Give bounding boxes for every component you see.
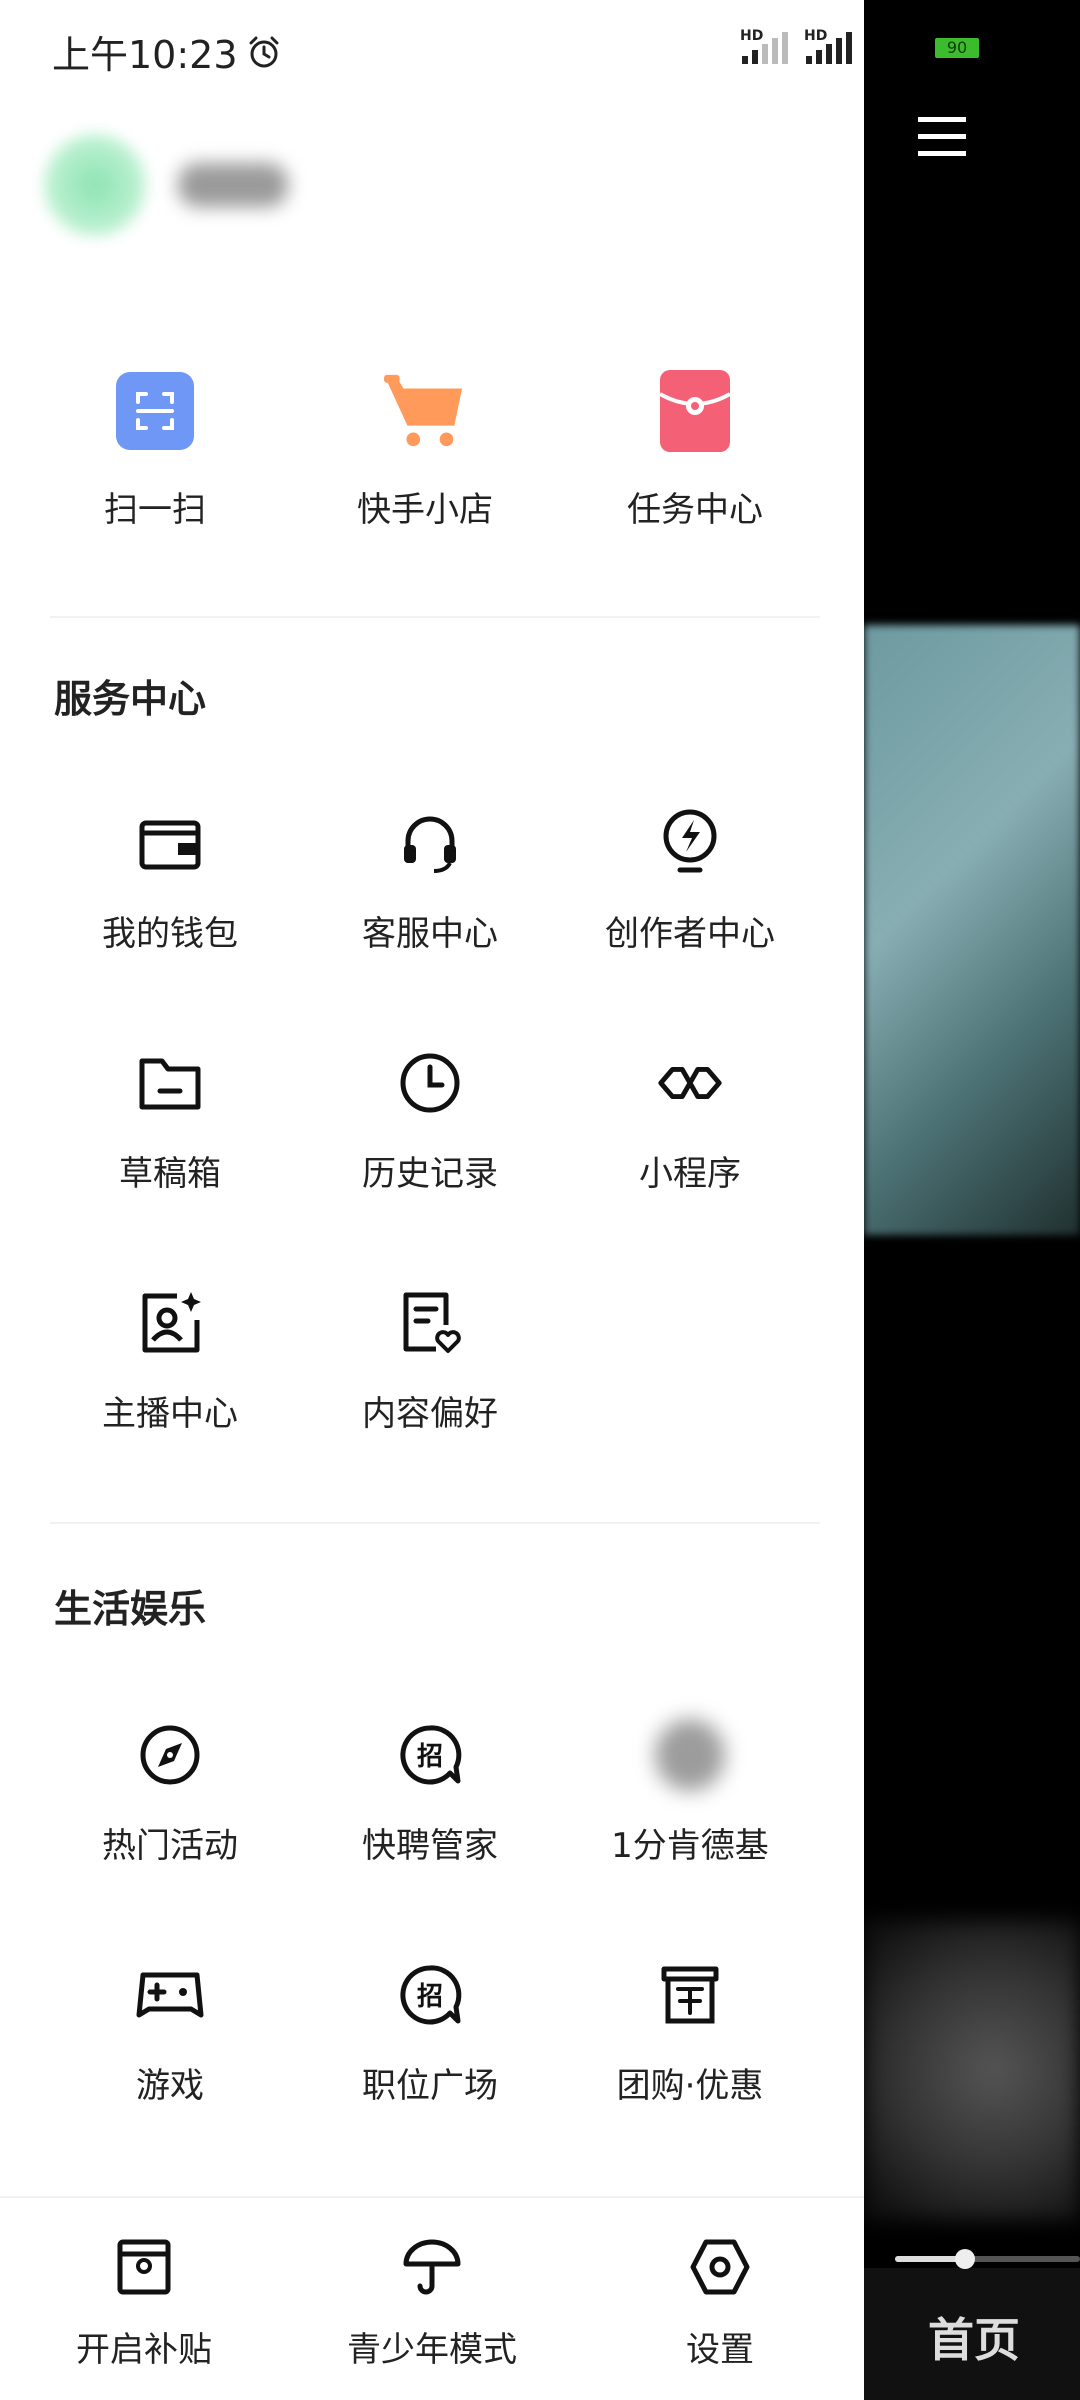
history-button[interactable]: 历史记录 <box>300 1048 560 1288</box>
store-icon <box>661 1966 719 2024</box>
group-buy-label: 团购·优惠 <box>616 2066 764 2106</box>
video-thumbnail[interactable] <box>864 625 1080 1235</box>
bottom-bar: 开启补贴 青少年模式 设置 <box>0 2196 864 2400</box>
service-grid: 我的钱包 客服中心 创作者中心 草稿箱 历史记录 小程序 主播中心 内容偏好 <box>40 808 820 1528</box>
settings-hexagon-icon <box>690 2239 750 2295</box>
avatar[interactable] <box>40 130 150 240</box>
video-progress-bar[interactable] <box>895 2249 1080 2269</box>
recruit-manager-label: 快聘管家 <box>362 1826 498 1866</box>
divider <box>50 1522 820 1524</box>
red-envelope-icon <box>660 370 730 452</box>
subsidy-button[interactable]: 开启补贴 <box>24 2238 264 2400</box>
games-label: 游戏 <box>136 2066 204 2106</box>
divider <box>50 616 820 618</box>
signal-group: HD HD <box>740 28 856 66</box>
kfc-label: 1分肯德基 <box>611 1826 769 1866</box>
wallet-label: 我的钱包 <box>102 914 238 954</box>
alarm-icon <box>249 36 279 67</box>
content-preference-label: 内容偏好 <box>362 1394 498 1434</box>
job-square-label: 职位广场 <box>362 2066 498 2106</box>
signal-icon <box>742 32 788 64</box>
teen-mode-button[interactable]: 青少年模式 <box>312 2238 552 2400</box>
document-heart-icon <box>403 1292 461 1353</box>
recruit-icon: 招 <box>400 1965 462 2025</box>
clock-icon <box>400 1053 460 1113</box>
shop-button[interactable]: 快手小店 <box>290 370 560 531</box>
task-center-button[interactable]: 任务中心 <box>560 370 830 531</box>
creator-center-button[interactable]: 创作者中心 <box>560 808 820 1048</box>
wallet-icon <box>139 820 201 870</box>
mini-program-button[interactable]: 小程序 <box>560 1048 820 1288</box>
cart-icon <box>384 374 463 447</box>
hot-events-label: 热门活动 <box>102 1826 238 1866</box>
scan-icon <box>116 372 194 450</box>
svg-text:招: 招 <box>417 1982 443 2012</box>
recruit-icon: 招 <box>400 1725 462 1785</box>
recruit-manager-button[interactable]: 招 快聘管家 <box>300 1720 560 1960</box>
games-button[interactable]: 游戏 <box>40 1960 300 2200</box>
side-drawer: 上午10:23 HD HD 扫一扫 快手小店 任务中心 服务中心 我的钱包 客服… <box>0 0 864 2400</box>
teen-mode-label: 青少年模式 <box>347 2330 517 2370</box>
folder-icon <box>139 1058 201 1110</box>
customer-service-label: 客服中心 <box>362 914 498 954</box>
scan-label: 扫一扫 <box>104 490 206 530</box>
username[interactable] <box>178 163 288 207</box>
status-time: 上午10:23 <box>52 33 238 77</box>
life-grid: 热门活动 招 快聘管家 1分肯德基 游戏 招 职位广场 团购·优惠 <box>40 1719 820 2200</box>
mini-program-label: 小程序 <box>639 1154 741 1194</box>
scan-button[interactable]: 扫一扫 <box>20 370 290 531</box>
svg-text:招: 招 <box>417 1742 443 1772</box>
creator-center-label: 创作者中心 <box>605 914 775 954</box>
signal-icon <box>806 32 852 64</box>
subsidy-label: 开启补贴 <box>76 2330 212 2370</box>
compass-icon <box>140 1725 200 1785</box>
menu-icon[interactable] <box>918 115 966 159</box>
signal-2: HD <box>804 28 856 66</box>
history-label: 历史记录 <box>362 1154 498 1194</box>
drafts-button[interactable]: 草稿箱 <box>40 1048 300 1288</box>
blurred-icon <box>655 1719 725 1791</box>
umbrella-icon <box>403 2239 461 2295</box>
hot-events-button[interactable]: 热门活动 <box>40 1720 300 1960</box>
streamer-center-label: 主播中心 <box>102 1394 238 1434</box>
lightning-bulb-icon <box>663 809 717 873</box>
group-buy-button[interactable]: 团购·优惠 <box>560 1960 820 2200</box>
top-shortcuts: 扫一扫 快手小店 任务中心 <box>20 370 830 531</box>
section-title-service: 服务中心 <box>54 677 207 721</box>
settings-label: 设置 <box>686 2330 754 2370</box>
kfc-button[interactable]: 1分肯德基 <box>560 1719 820 1960</box>
streamer-center-button[interactable]: 主播中心 <box>40 1288 300 1528</box>
customer-service-button[interactable]: 客服中心 <box>300 808 560 1048</box>
user-profile[interactable] <box>40 130 288 240</box>
section-title-life: 生活娱乐 <box>54 1587 207 1631</box>
settings-button[interactable]: 设置 <box>600 2238 840 2400</box>
video-thumbnail-secondary <box>864 1920 1080 2220</box>
gamepad-icon <box>136 1972 204 2018</box>
drafts-label: 草稿箱 <box>119 1154 221 1194</box>
streamer-icon <box>142 1292 201 1353</box>
signal-1: HD <box>740 28 792 66</box>
headset-icon <box>404 816 456 873</box>
task-center-label: 任务中心 <box>627 490 763 530</box>
job-square-button[interactable]: 招 职位广场 <box>300 1960 560 2200</box>
subsidy-icon <box>117 2239 171 2295</box>
content-preference-button[interactable]: 内容偏好 <box>300 1288 560 1528</box>
wallet-button[interactable]: 我的钱包 <box>40 808 300 1048</box>
status-bar: 上午10:23 HD HD <box>0 0 864 100</box>
infinity-icon <box>658 1066 722 1100</box>
battery-indicator: 90 <box>935 38 979 58</box>
home-tab-label: 首页 <box>928 2313 1020 2367</box>
status-time-group: 上午10:23 <box>52 24 282 79</box>
shop-label: 快手小店 <box>357 490 493 530</box>
